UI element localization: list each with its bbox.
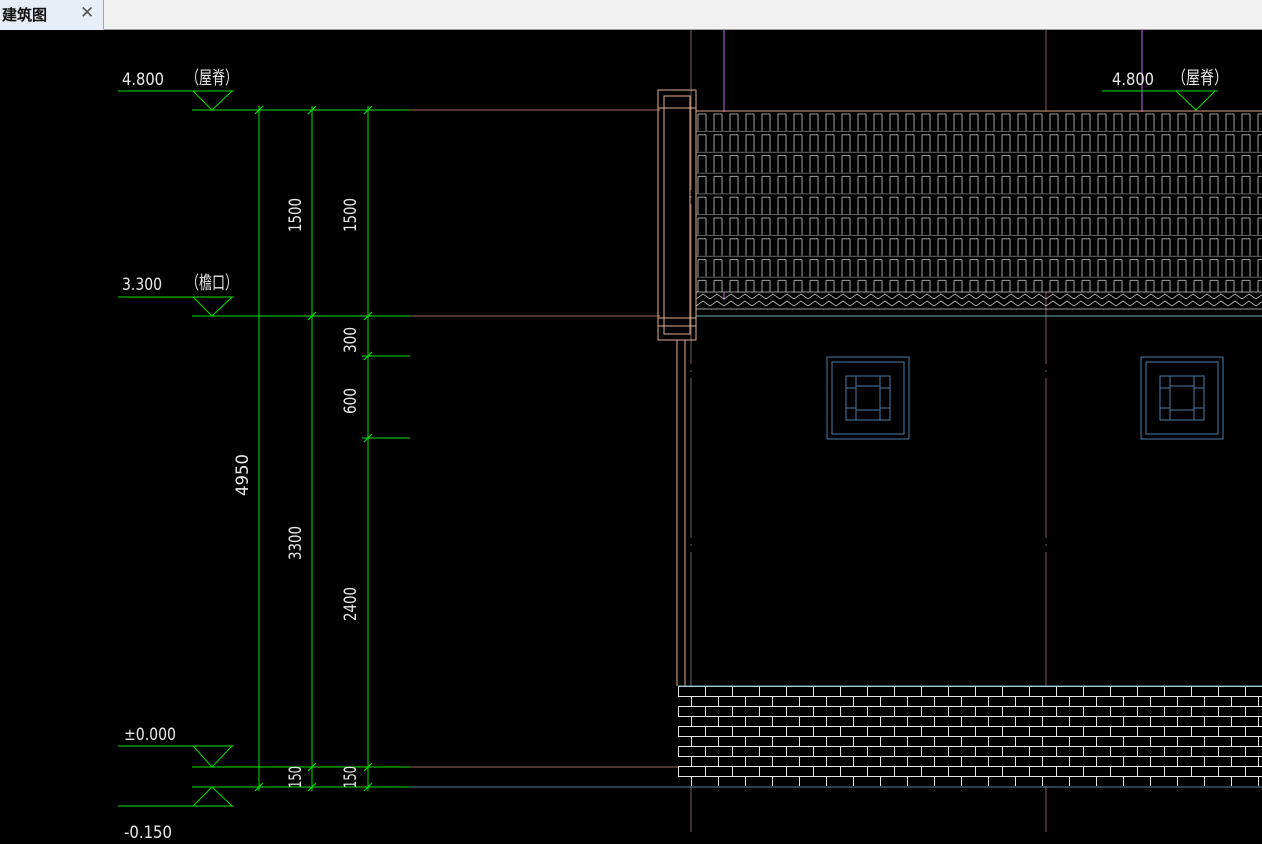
dim-2400: 2400 — [341, 587, 361, 621]
tab-title: 建筑图 — [2, 6, 48, 24]
dimension-texts: 4950 1500 1500 3300 300 600 2400 150 150 — [233, 198, 361, 788]
dim-roof-b: 1500 — [341, 198, 361, 232]
level-value-base: -0.150 — [124, 823, 172, 843]
dim-roof-a: 1500 — [286, 198, 306, 232]
dim-base-b: 150 — [341, 766, 361, 788]
dim-total: 4950 — [233, 454, 253, 496]
level-value-ridge-left: 4.800 — [122, 70, 164, 90]
level-value-eave: 3.300 — [122, 275, 162, 295]
close-icon[interactable]: ✕ — [80, 3, 94, 23]
level-label-eave: （檐口） — [186, 273, 238, 294]
window-left — [826, 356, 910, 440]
gable-end-column — [657, 89, 697, 686]
document-tab-bar: 建筑图 ✕ — [0, 0, 1262, 30]
dim-base-a: 150 — [286, 766, 306, 788]
level-marker-ground: ±0.000 — [118, 725, 234, 768]
level-marker-ridge-left: 4.800 （屋脊） — [118, 68, 238, 111]
brick-plinth — [678, 685, 1262, 786]
level-marker-base: -0.150 — [118, 786, 234, 843]
tab-building-drawing[interactable]: 建筑图 ✕ — [0, 0, 104, 30]
dim-600: 600 — [341, 388, 361, 414]
level-value-ridge-right: 4.800 — [1112, 70, 1154, 90]
level-marker-eave: 3.300 （檐口） — [118, 273, 238, 317]
window-right — [1140, 356, 1224, 440]
level-value-ground: ±0.000 — [124, 725, 176, 745]
cad-drawing-canvas[interactable]: 4.800 （屋脊） 3.300 （檐口） ±0.000 -0.150 4950… — [0, 30, 1262, 844]
roof-tile-area — [696, 110, 1262, 317]
dim-300: 300 — [341, 327, 361, 353]
dim-wall-a: 3300 — [286, 526, 306, 560]
level-marker-ridge-right: 4.800 （屋脊） — [1102, 68, 1228, 111]
level-label-ridge-left: （屋脊） — [186, 68, 238, 89]
level-label-ridge-right: （屋脊） — [1172, 68, 1228, 89]
